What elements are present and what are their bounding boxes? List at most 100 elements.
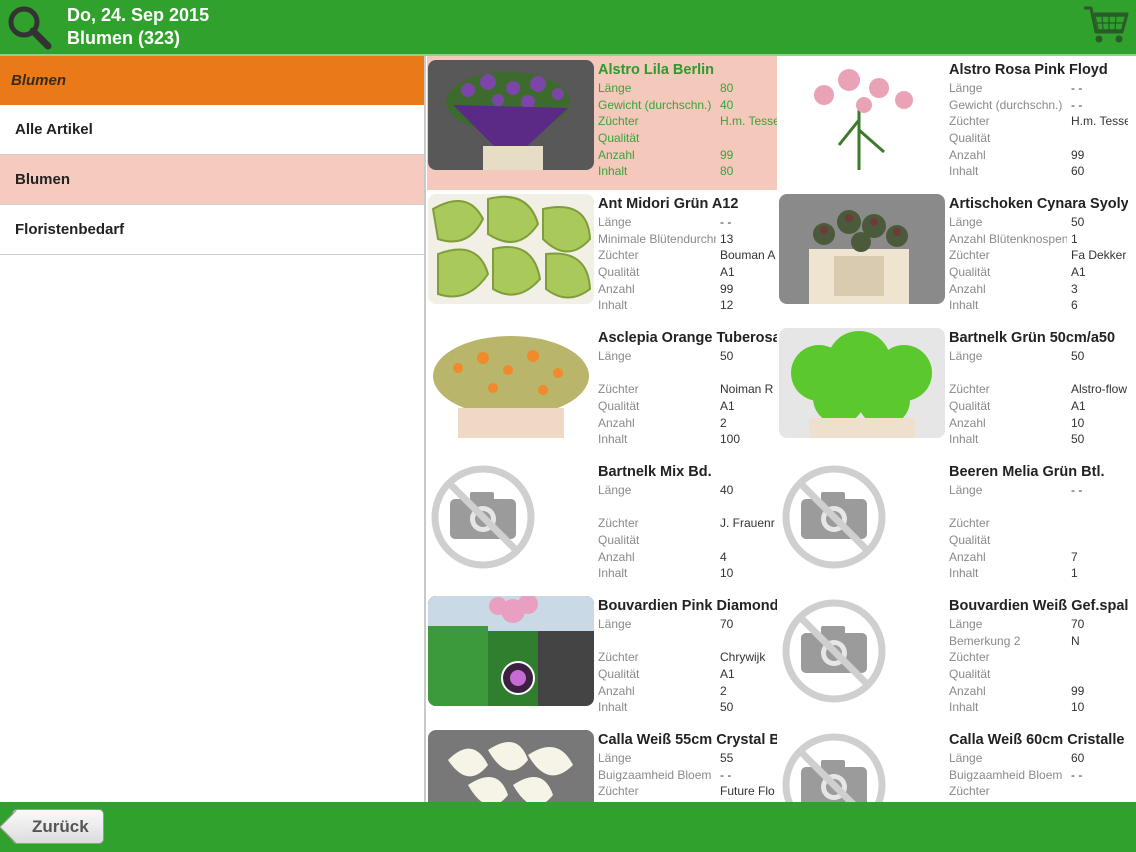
attribute-row: Qualität [598, 533, 777, 550]
attribute-row: Züchter Bouman A [598, 248, 777, 265]
attribute-value: - - [720, 767, 732, 782]
product-attributes: Länge 70 Bemerkung 2 N Züchter Qualität Anzahl… [949, 617, 1128, 717]
attribute-value: Fa Dekker [1071, 248, 1127, 263]
attribute-value: 99 [1071, 683, 1085, 698]
attribute-label: Qualität [598, 667, 640, 682]
product-photo [779, 194, 945, 304]
search-icon[interactable] [6, 4, 52, 50]
product-card[interactable]: Alstro Lila Berlin Länge 80 Gewicht (durchs… [427, 56, 777, 190]
product-card[interactable]: Bouvardien Pink Diamond Länge 70 Züchter Chr… [427, 592, 777, 726]
product-name: Beeren Melia Grün Btl. [949, 464, 1105, 480]
attribute-row: Anzahl 2 [598, 684, 777, 701]
product-card[interactable]: Calla Weiß 55cm Crystal B Länge 55 Buigzaam… [427, 726, 777, 802]
header-category-title: Blumen (323) [67, 28, 181, 48]
attribute-label: Länge [598, 349, 632, 363]
product-name: Asclepia Orange Tuberosa [598, 330, 777, 346]
attribute-value: - - [1071, 483, 1083, 497]
attribute-label: Inhalt [949, 298, 979, 313]
product-photo [428, 194, 594, 304]
sidebar-item-label: Floristenbedarf [15, 221, 125, 238]
attribute-row: Länge 70 [949, 617, 1128, 634]
product-card[interactable]: Asclepia Orange Tuberosa Länge 50 Züchter No… [427, 324, 777, 458]
attribute-value: H.m. Tesse [720, 114, 777, 129]
product-grid[interactable]: Alstro Lila Berlin Länge 80 Gewicht (durchs… [427, 56, 1136, 802]
back-button[interactable]: Zurück [12, 809, 104, 844]
bottom-bar: Zurück [0, 802, 1136, 852]
no-photo-icon [779, 730, 945, 802]
attribute-value: Future Flo [720, 784, 775, 799]
attribute-label: Anzahl [949, 147, 986, 162]
cart-icon[interactable] [1082, 4, 1130, 46]
category-sidebar: Blumen Alle Artikel Blumen Floristenbeda… [0, 56, 426, 802]
attribute-value: 99 [1071, 147, 1085, 162]
back-button-label: Zurück [32, 817, 89, 836]
attribute-row: Anzahl 99 [598, 148, 777, 165]
product-name: Alstro Lila Berlin [598, 62, 715, 78]
product-name: Ant Midori Grün A12 [598, 196, 739, 212]
attribute-row: Anzahl Blütenknospen 1 [949, 232, 1128, 249]
product-card[interactable]: Calla Weiß 60cm Cristalle Länge 60 Buigzaam… [778, 726, 1128, 802]
attribute-row [949, 500, 1128, 517]
attribute-value: 70 [1071, 617, 1085, 631]
product-name: Alstro Rosa Pink Floyd [949, 62, 1108, 78]
attribute-value: 50 [720, 700, 734, 715]
attribute-label: Qualität [949, 667, 991, 682]
attribute-value: 1 [1071, 566, 1078, 581]
attribute-row: Länge 60 [949, 751, 1128, 768]
attribute-row: Züchter [949, 516, 1128, 533]
attribute-label: Inhalt [598, 432, 628, 447]
product-card[interactable]: Ant Midori Grün A12 Länge - - Minimale Blüt… [427, 190, 777, 324]
attribute-label: Anzahl [949, 683, 986, 698]
attribute-value: 13 [720, 231, 734, 246]
attribute-value: 3 [1071, 281, 1078, 296]
product-attributes: Länge 50 Züchter Noiman R Qualität A1 Anzahl 2 I… [598, 349, 777, 449]
attribute-row: Anzahl 99 [949, 684, 1128, 701]
attribute-label: Länge [949, 349, 983, 363]
sidebar-item-blumen[interactable]: Blumen [0, 155, 424, 205]
attribute-label: Inhalt [949, 432, 979, 447]
attribute-row: Züchter H.m. Tesse [598, 114, 777, 131]
attribute-value: 60 [1071, 164, 1085, 179]
attribute-label: Länge [949, 81, 983, 95]
attribute-row: Länge 40 [598, 483, 777, 500]
attribute-row: Länge - - [949, 483, 1128, 500]
attribute-row: Inhalt 50 [598, 700, 777, 717]
attribute-label: Züchter [598, 114, 639, 129]
attribute-label: Buigzaamheid Bloem [949, 767, 1063, 782]
sidebar-item-floristenbedarf[interactable]: Floristenbedarf [0, 205, 424, 255]
attribute-row: Züchter Chrywijk [598, 650, 777, 667]
attribute-row: Anzahl 99 [598, 282, 777, 299]
attribute-row: Länge 50 [598, 349, 777, 366]
attribute-row: Anzahl 99 [949, 148, 1128, 165]
attribute-label: Anzahl [598, 415, 635, 430]
attribute-value: 4 [720, 549, 727, 564]
attribute-row: Qualität A1 [598, 667, 777, 684]
attribute-label: Qualität [949, 265, 991, 280]
header-date: Do, 24. Sep 2015 [67, 5, 210, 25]
attribute-label: Länge [949, 215, 983, 229]
attribute-value: H.m. Tesse [1071, 114, 1128, 129]
attribute-value: 40 [720, 97, 734, 112]
product-card[interactable]: Artischoken Cynara Syolym Länge 50 Anzahl B… [778, 190, 1128, 324]
attribute-value: 1 [1071, 231, 1078, 246]
sidebar-item-alle-artikel[interactable]: Alle Artikel [0, 105, 424, 155]
attribute-value: Chrywijk [720, 650, 766, 665]
attribute-label: Qualität [949, 399, 991, 414]
attribute-row: Qualität [598, 131, 777, 148]
attribute-label: Qualität [598, 533, 640, 548]
product-card[interactable]: Bartnelk Grün 50cm/a50 Länge 50 Züchter Alst… [778, 324, 1128, 458]
attribute-row: Länge 50 [949, 349, 1128, 366]
product-card[interactable]: Beeren Melia Grün Btl. Länge - - Züchter Qua… [778, 458, 1128, 592]
product-card[interactable]: Alstro Rosa Pink Floyd Länge - - Gewicht (d… [778, 56, 1128, 190]
attribute-value: 50 [720, 349, 734, 363]
attribute-label: Länge [598, 81, 632, 95]
attribute-label: Bemerkung 2 [949, 633, 1021, 648]
attribute-value: 40 [720, 483, 734, 497]
attribute-value: 2 [720, 683, 727, 698]
attribute-value: 50 [1071, 432, 1085, 447]
product-card[interactable]: Bartnelk Mix Bd. Länge 40 Züchter J. Frauenr… [427, 458, 777, 592]
attribute-row: Länge - - [949, 81, 1128, 98]
attribute-row: Gewicht (durchschn.) - - [949, 98, 1128, 115]
product-card[interactable]: Bouvardien Weiß Gef.spalt Länge 70 Bemerkun… [778, 592, 1128, 726]
attribute-value: A1 [720, 667, 735, 682]
